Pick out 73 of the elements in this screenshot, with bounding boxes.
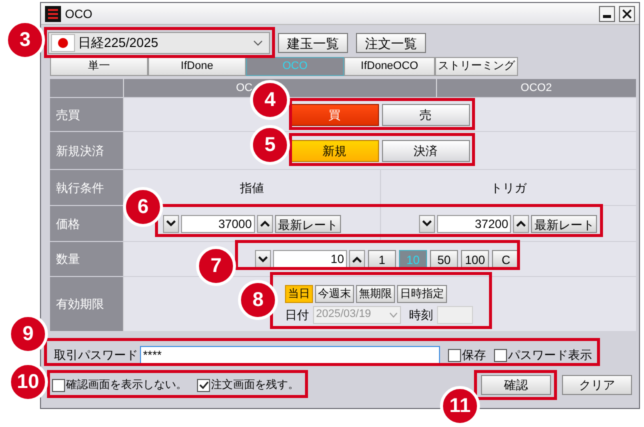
price-field[interactable]: 37000 [180,214,255,232]
expiry-button[interactable]: 今週末 [315,284,354,302]
condition-text: トリガ [490,180,526,196]
callout-number: 11 [440,386,480,426]
checkbox[interactable] [197,378,210,392]
chevron-down-icon [166,220,176,227]
row-label: 執行条件 [50,170,124,205]
callout-number: 10 [8,362,48,402]
row-label: 新規決済 [50,132,124,169]
decrement-button[interactable] [419,214,436,232]
tab[interactable]: 単一 [50,57,148,76]
window-title: OCO [65,6,94,22]
toggle-button[interactable]: 新規 [290,140,378,162]
column-header: OCO2 [520,80,552,96]
expiry-button[interactable]: 日時指定 [397,284,447,302]
checkbox-label[interactable]: パスワード表示 [508,346,592,364]
chevron-down-icon [389,312,398,318]
time-label: 時刻 [409,306,433,324]
list-button[interactable]: 建玉一覧 [278,32,348,52]
decrement-button[interactable] [162,214,179,232]
callout-number: 9 [8,314,48,354]
latest-rate-button[interactable]: 最新レート [274,214,341,232]
checkbox[interactable] [52,378,65,392]
latest-rate-button[interactable]: 最新レート [531,214,598,232]
increment-button[interactable] [256,214,273,232]
password-field[interactable]: **** [140,346,440,364]
row-label: 価格 [50,206,124,241]
chevron-up-icon [516,220,526,227]
clear-button[interactable]: クリア [562,375,632,395]
password-label: 取引パスワード [54,347,139,364]
row-label: 有効期限 [50,277,124,331]
tab[interactable]: IfDoneOCO [344,57,435,76]
tab[interactable]: ストリーミング [435,57,518,76]
toggle-button[interactable]: 買 [290,104,378,126]
instrument-value: 日経225/2025 [78,34,158,52]
checkbox-label[interactable]: 保存 [462,346,486,364]
increment-button[interactable] [513,214,530,232]
expiry-button[interactable]: 無期限 [356,284,395,302]
date-label: 日付 [285,306,309,324]
quantity-preset-button[interactable]: 100 [461,250,489,268]
tab[interactable]: IfDone [148,57,246,76]
chevron-down-icon [253,40,263,46]
chevron-up-icon [352,256,362,262]
list-button[interactable]: 注文一覧 [356,32,426,52]
expiry-button[interactable]: 当日 [285,284,313,302]
close-icon [622,8,632,18]
callout-number: 3 [5,20,45,60]
quantity-preset-button[interactable]: 1 [368,250,396,268]
confirm-button[interactable]: 確認 [481,375,551,395]
checkbox-label[interactable]: 確認画面を表示しない。 [66,376,187,394]
quantity-field[interactable]: 10 [273,250,347,268]
chevron-down-icon [258,256,268,262]
condition-text: 指値 [240,180,264,196]
row-label: 売買 [50,98,124,131]
chevron-up-icon [260,220,270,227]
column-header: OC [236,80,252,96]
app-logo-icon [45,6,61,22]
price-field[interactable]: 37200 [437,214,512,232]
increment-button[interactable] [349,250,365,268]
decrement-button[interactable] [255,250,271,268]
flag-icon [51,34,75,52]
checkbox-label[interactable]: 注文画面を残す。 [211,376,299,394]
instrument-dropdown[interactable]: 日経225/2025 [48,32,270,54]
quantity-preset-button[interactable]: 50 [430,250,458,268]
row-label: 数量 [50,242,124,276]
chevron-down-icon [422,220,432,227]
minimize-button[interactable] [599,6,615,22]
checkbox[interactable] [494,348,507,362]
minimize-icon [603,14,611,18]
checkbox[interactable] [448,348,461,362]
toggle-button[interactable]: 決済 [382,140,470,162]
close-button[interactable] [619,6,635,22]
toggle-button[interactable]: 売 [382,104,470,126]
